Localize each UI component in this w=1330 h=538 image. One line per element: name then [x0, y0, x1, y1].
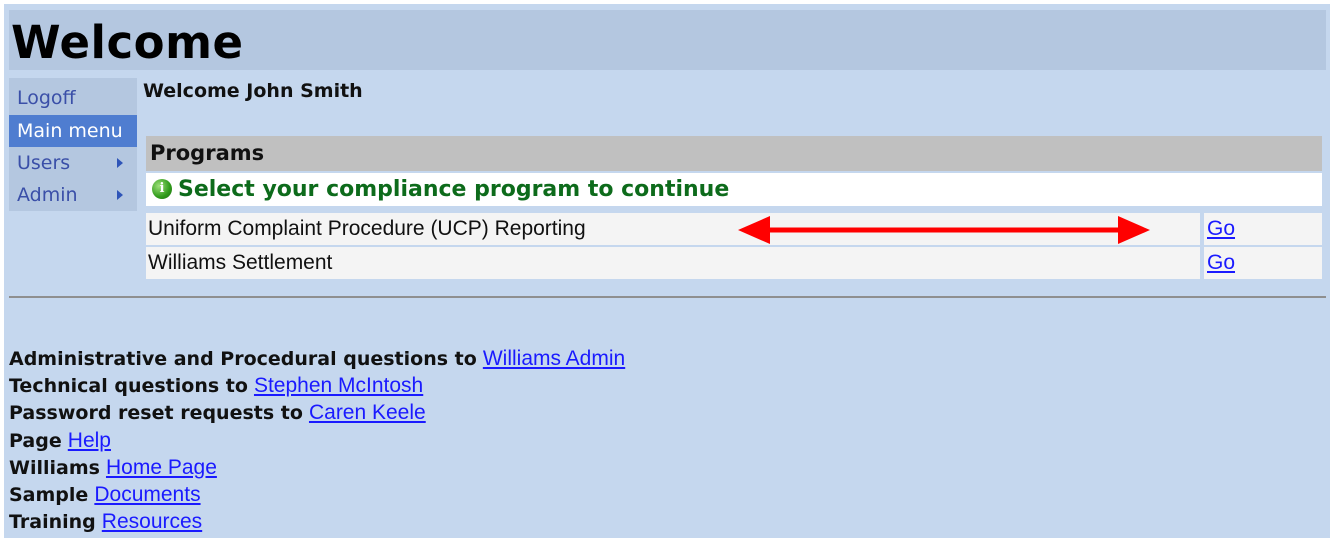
- nav-item-users[interactable]: Users: [9, 147, 137, 179]
- page-header: Welcome: [9, 10, 1326, 70]
- contact-prefix: Training: [9, 511, 96, 533]
- nav-item-label: Users: [17, 152, 71, 174]
- contact-link-caren-keele[interactable]: Caren Keele: [309, 401, 426, 424]
- nav-item-label: Logoff: [17, 87, 76, 109]
- nav-item-main-menu[interactable]: Main menu: [9, 115, 137, 147]
- chevron-right-icon: [117, 158, 123, 168]
- page-title: Welcome: [11, 16, 244, 69]
- program-go-cell: Go: [1204, 213, 1322, 245]
- nav-item-label: Main menu: [17, 120, 123, 142]
- contact-line: Sample Documents: [9, 481, 201, 508]
- contact-prefix: Page: [9, 430, 62, 452]
- program-row: Williams Settlement Go: [146, 247, 1322, 279]
- info-icon: i: [152, 179, 172, 199]
- horizontal-divider: [9, 296, 1326, 298]
- contact-prefix: Administrative and Procedural questions …: [9, 348, 477, 370]
- program-name: Williams Settlement: [146, 247, 1200, 279]
- contact-prefix: Sample: [9, 484, 89, 506]
- go-link[interactable]: Go: [1207, 217, 1235, 240]
- contact-line: Training Resources: [9, 508, 202, 535]
- go-link[interactable]: Go: [1207, 251, 1235, 274]
- contact-line: Technical questions to Stephen McIntosh: [9, 372, 423, 399]
- program-go-cell: Go: [1204, 247, 1322, 279]
- nav-item-logoff[interactable]: Logoff: [9, 82, 137, 114]
- contact-link-resources[interactable]: Resources: [102, 510, 202, 533]
- contact-line: Password reset requests to Caren Keele: [9, 399, 426, 426]
- contact-prefix: Password reset requests to: [9, 402, 303, 424]
- contact-link-williams-admin[interactable]: Williams Admin: [483, 347, 625, 370]
- contact-prefix: Williams: [9, 457, 100, 479]
- contact-line: Page Help: [9, 427, 111, 454]
- contact-prefix: Technical questions to: [9, 375, 248, 397]
- contact-line: Williams Home Page: [9, 454, 217, 481]
- contact-link-stephen-mcintosh[interactable]: Stephen McIntosh: [254, 374, 423, 397]
- program-name-text: Uniform Complaint Procedure (UCP) Report…: [148, 217, 586, 240]
- double-headed-arrow-icon: [738, 216, 1150, 244]
- programs-heading: Programs: [146, 136, 1322, 171]
- program-name: Uniform Complaint Procedure (UCP) Report…: [146, 213, 1200, 245]
- contact-link-documents[interactable]: Documents: [94, 483, 200, 506]
- welcome-user-text: Welcome John Smith: [143, 80, 363, 102]
- program-row: Uniform Complaint Procedure (UCP) Report…: [146, 213, 1322, 245]
- programs-message-text: Select your compliance program to contin…: [178, 177, 730, 202]
- contact-link-help[interactable]: Help: [68, 429, 111, 452]
- contact-line: Administrative and Procedural questions …: [9, 345, 625, 372]
- side-nav: Logoff Main menu Users Admin: [9, 78, 137, 211]
- program-name-text: Williams Settlement: [148, 251, 333, 274]
- programs-message: i Select your compliance program to cont…: [146, 173, 1322, 206]
- chevron-right-icon: [117, 190, 123, 200]
- nav-item-admin[interactable]: Admin: [9, 179, 137, 211]
- contact-link-home-page[interactable]: Home Page: [106, 456, 217, 479]
- nav-item-label: Admin: [17, 184, 78, 206]
